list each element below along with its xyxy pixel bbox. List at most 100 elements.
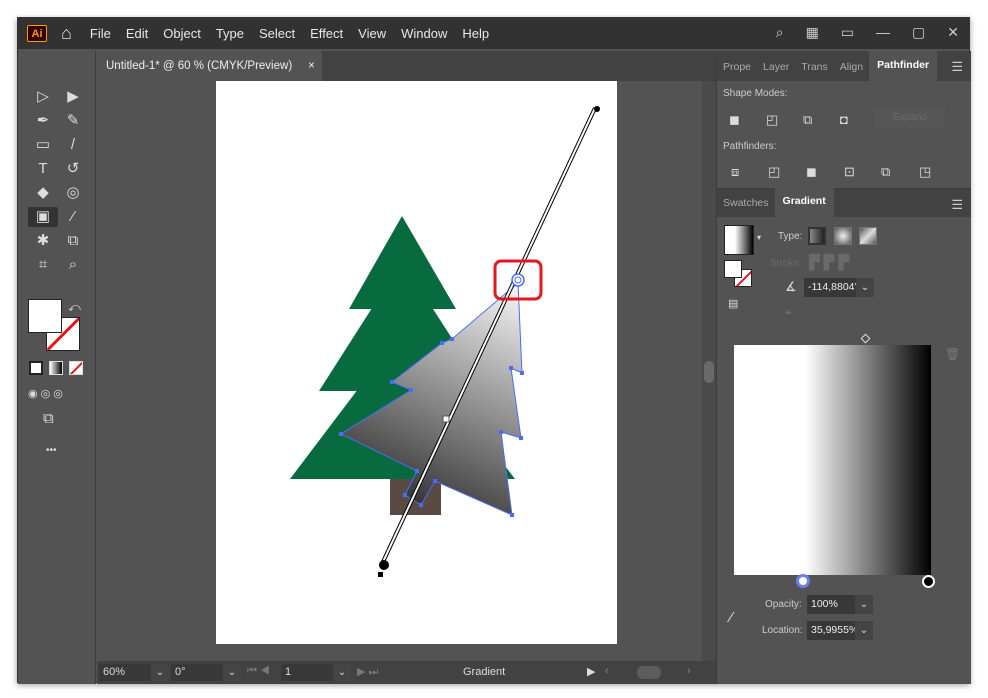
swap-icon[interactable]: ⤺ xyxy=(68,297,81,317)
warp-tool[interactable]: ◎ xyxy=(58,183,88,203)
direct-selection-tool[interactable]: ▶ xyxy=(58,87,88,107)
menu-help[interactable]: Help xyxy=(462,26,489,41)
menu-type[interactable]: Type xyxy=(216,26,244,41)
more-tools-icon[interactable]: ••• xyxy=(46,441,57,461)
radial-gradient-button[interactable] xyxy=(834,227,852,245)
gradient-button[interactable] xyxy=(49,361,63,375)
rotate-tool[interactable]: ↺ xyxy=(58,159,88,179)
canvas[interactable] xyxy=(97,81,716,661)
artboard-field[interactable]: 1 xyxy=(281,664,333,681)
linear-gradient-button[interactable] xyxy=(808,227,826,245)
eraser-tool[interactable]: ◆ xyxy=(28,183,58,203)
screen-mode-icon[interactable]: ⧉ xyxy=(43,409,54,429)
opacity-field[interactable]: 100% xyxy=(807,595,855,614)
document-tabs: Untitled-1* @ 60 % (CMYK/Preview) × xyxy=(97,51,716,81)
merge-icon[interactable]: ◼ xyxy=(806,165,820,179)
document-title: Untitled-1* @ 60 % (CMYK/Preview) xyxy=(106,60,293,72)
gradient-swatch-dropdown[interactable]: ▾ xyxy=(757,233,761,242)
artboard-dropdown[interactable]: ⌄ xyxy=(333,664,351,681)
unite-icon[interactable]: ◼ xyxy=(729,113,743,127)
menu-effect[interactable]: Effect xyxy=(310,26,343,41)
paintbrush-tool[interactable]: / xyxy=(58,135,88,155)
minimize-button[interactable]: — xyxy=(876,24,890,41)
menu-view[interactable]: View xyxy=(358,26,386,41)
tab-align[interactable]: Align xyxy=(834,61,869,81)
tab-trans[interactable]: Trans xyxy=(795,61,833,81)
rotation-field[interactable]: 0° xyxy=(171,664,223,681)
rotation-dropdown[interactable]: ⌄ xyxy=(223,664,241,681)
vertical-scrollbar[interactable] xyxy=(702,81,716,661)
document-tab[interactable]: Untitled-1* @ 60 % (CMYK/Preview) × xyxy=(97,51,322,81)
tab-swatches[interactable]: Swatches xyxy=(717,197,775,217)
gradient-preview[interactable] xyxy=(734,345,931,575)
artboard-tool[interactable]: ⌗ xyxy=(28,255,58,275)
menu-edit[interactable]: Edit xyxy=(126,26,148,41)
reverse-gradient-icon[interactable]: ▤ xyxy=(728,297,738,310)
puppet-warp-tool[interactable]: ✱ xyxy=(28,231,58,251)
close-button[interactable]: ✕ xyxy=(947,24,959,41)
gradient-swatch[interactable] xyxy=(724,225,754,255)
rectangle-tool[interactable]: ▭ xyxy=(28,135,58,155)
workspace-icon[interactable]: ▦ xyxy=(806,24,819,41)
freeform-gradient-button[interactable] xyxy=(859,227,877,245)
zoom-dropdown[interactable]: ⌄ xyxy=(151,664,169,681)
angle-dropdown[interactable]: ⌄ xyxy=(856,278,874,297)
eyedropper-tool[interactable]: ⁄ xyxy=(58,207,88,227)
type-label: Type: xyxy=(778,231,803,242)
location-label: Location: xyxy=(762,625,803,636)
tab-layer[interactable]: Layer xyxy=(757,61,795,81)
home-icon[interactable]: ⌂ xyxy=(61,23,72,44)
gradient-stop-white[interactable] xyxy=(796,574,810,588)
close-tab-icon[interactable]: × xyxy=(308,60,315,72)
type-tool[interactable]: T xyxy=(28,159,58,179)
arrange-icon[interactable]: ▭ xyxy=(841,24,854,41)
menu-window[interactable]: Window xyxy=(401,26,447,41)
expand-button[interactable]: Expand xyxy=(875,108,945,128)
angle-icon: ∡ xyxy=(785,279,797,294)
maximize-button[interactable]: ▢ xyxy=(912,24,925,41)
none-button[interactable] xyxy=(69,361,83,375)
divide-icon[interactable]: ⧈ xyxy=(731,165,745,179)
gradient-stop-black[interactable] xyxy=(922,575,935,588)
exclude-icon[interactable]: ◘ xyxy=(840,113,854,127)
pathfinders-label: Pathfinders: xyxy=(723,141,777,152)
pen-tool[interactable]: ✒ xyxy=(28,111,58,131)
tab-pathfinder[interactable]: Pathfinder xyxy=(869,51,938,81)
search-icon[interactable]: ⌕ xyxy=(776,24,784,41)
eyedropper-icon[interactable]: ⁄ xyxy=(730,609,733,626)
gradient-tool[interactable]: ▣ xyxy=(28,207,58,227)
selection-tool[interactable]: ▷ xyxy=(28,87,58,107)
intersect-icon[interactable]: ⧉ xyxy=(803,113,817,127)
zoom-field[interactable]: 60% xyxy=(99,664,151,681)
panel-menu-icon[interactable]: ☰ xyxy=(951,197,963,213)
tab-gradient[interactable]: Gradient xyxy=(774,187,834,217)
crop-icon[interactable]: ⊡ xyxy=(844,165,858,179)
location-dropdown[interactable]: ⌄ xyxy=(855,621,873,640)
minus-front-icon[interactable]: ◰ xyxy=(766,113,780,127)
trim-icon[interactable]: ◰ xyxy=(768,165,782,179)
fill-swatch[interactable] xyxy=(28,299,62,333)
menu-object[interactable]: Object xyxy=(163,26,201,41)
menu-file[interactable]: File xyxy=(90,26,111,41)
menu-select[interactable]: Select xyxy=(259,26,295,41)
color-button[interactable] xyxy=(29,361,43,375)
hscroll-left[interactable]: ‹ xyxy=(605,665,609,677)
tools-panel: ▷ ▶ ✒ ✎ ▭ / T ↺ ◆ ◎ ▣ ⁄ ✱ ⧉ ⌗ ⌕ ⤺ ◉ ◎ ◎ ⧉ ••• xyxy=(18,51,96,684)
gradient-slider-top-marker[interactable] xyxy=(860,333,871,344)
opacity-dropdown[interactable]: ⌄ xyxy=(855,595,873,614)
shape-builder-tool[interactable]: ⧉ xyxy=(58,231,88,251)
panel-menu-icon[interactable]: ☰ xyxy=(951,59,963,75)
status-menu-icon[interactable]: ▶ xyxy=(587,665,595,678)
angle-field[interactable]: -114,8804° xyxy=(804,278,856,297)
outline-icon[interactable]: ⧉ xyxy=(881,165,895,179)
draw-modes-icon[interactable]: ◉ ◎ ◎ xyxy=(28,384,63,404)
zoom-tool[interactable]: ⌕ xyxy=(58,255,88,275)
delete-stop-icon[interactable]: 🗑 xyxy=(945,347,960,361)
location-field[interactable]: 35,9955% xyxy=(807,621,855,640)
hscroll-right[interactable]: › xyxy=(687,665,691,677)
horizontal-scrollbar[interactable] xyxy=(637,666,661,679)
minus-back-icon[interactable]: ◳ xyxy=(919,165,933,179)
tab-prope[interactable]: Prope xyxy=(717,61,757,81)
curvature-tool[interactable]: ✎ xyxy=(58,111,88,131)
mini-fill-swatch[interactable] xyxy=(724,260,742,278)
